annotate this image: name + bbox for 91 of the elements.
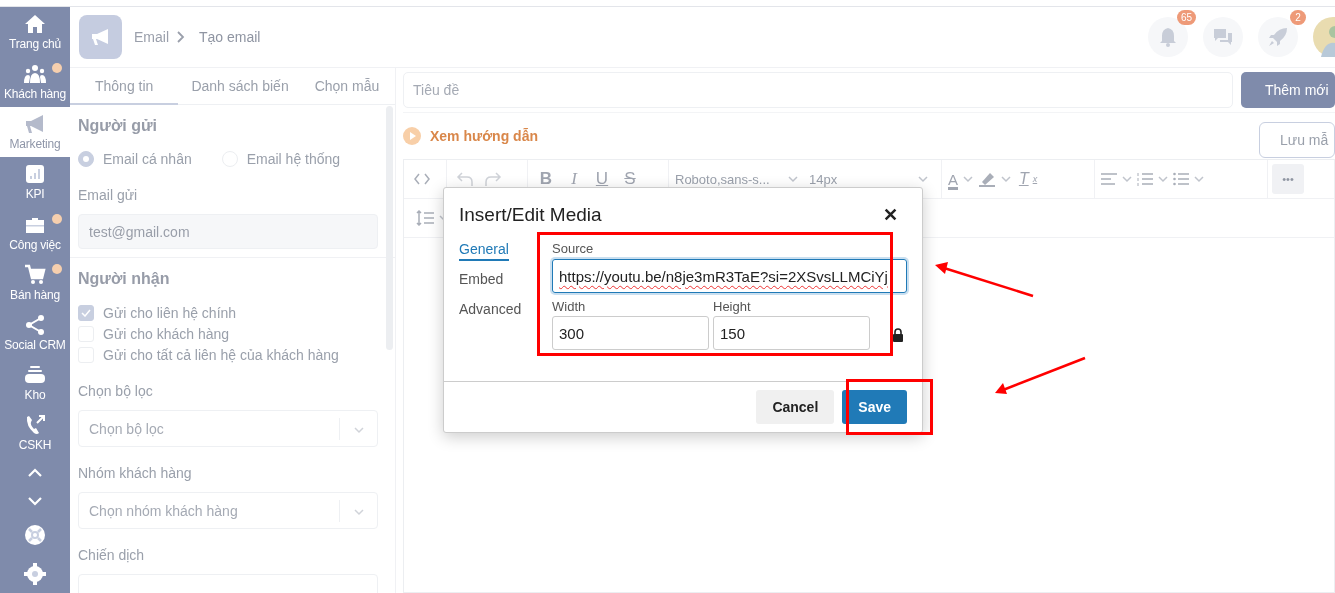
- lifebuoy-icon[interactable]: [24, 524, 46, 547]
- section-title: Người nhận: [78, 269, 171, 289]
- people-icon: [24, 63, 46, 85]
- sidebar-item[interactable]: Công việc: [0, 207, 70, 258]
- dialog-title: Insert/Edit Media: [459, 204, 602, 226]
- sidebar-item[interactable]: Kho: [0, 357, 70, 408]
- field-label: Width: [552, 299, 587, 316]
- radio-button[interactable]: [78, 151, 94, 167]
- format-button[interactable]: S: [618, 168, 642, 190]
- select-field[interactable]: Chọn nhóm khách hàng: [78, 492, 378, 529]
- chevron-down-icon[interactable]: [1121, 173, 1133, 185]
- stack-icon: [24, 363, 46, 385]
- field-label: Height: [713, 299, 752, 316]
- share-icon: [24, 313, 46, 335]
- chevron-down-icon[interactable]: [962, 173, 974, 185]
- guide-link[interactable]: Xem hướng dẫn: [403, 127, 538, 145]
- panel-tab[interactable]: Danh sách biến: [178, 68, 302, 105]
- breadcrumb-current: Tạo email: [199, 29, 261, 45]
- sidebar-item[interactable]: Social CRM: [0, 307, 70, 358]
- dialog-tab[interactable]: Advanced: [459, 301, 522, 321]
- sidebar-item[interactable]: Bán hàng: [0, 257, 70, 308]
- sidebar-item[interactable]: Khách hàng: [0, 57, 70, 108]
- more-button[interactable]: •••: [1272, 164, 1304, 194]
- radio-label: Email cá nhân: [103, 151, 192, 167]
- lock-icon[interactable]: [893, 328, 903, 342]
- field-label: Source: [552, 241, 595, 258]
- check-icon: [81, 308, 91, 317]
- radio-label: Email hệ thống: [246, 151, 341, 167]
- numbered-list-icon[interactable]: [1137, 172, 1153, 186]
- dialog-tab[interactable]: General: [459, 241, 509, 261]
- height-field[interactable]: 150: [713, 316, 870, 350]
- format-button[interactable]: I: [562, 168, 586, 190]
- checkbox[interactable]: [78, 304, 94, 321]
- chat-button[interactable]: [1203, 17, 1243, 57]
- line-height-icon[interactable]: [416, 210, 434, 226]
- chevron-up-icon[interactable]: [28, 468, 42, 478]
- notification-count: 65: [1176, 10, 1196, 25]
- panel-tab[interactable]: Thông tin: [70, 68, 179, 105]
- breadcrumb-link[interactable]: Email: [134, 29, 169, 45]
- add-button[interactable]: Thêm mới: [1241, 72, 1335, 108]
- field-label: Chọn bộ lọc: [78, 383, 154, 401]
- field-label: Nhóm khách hàng: [78, 465, 193, 483]
- format-button[interactable]: U: [590, 168, 614, 190]
- title-field[interactable]: Tiêu đề: [403, 72, 1233, 108]
- dialog-tab[interactable]: Embed: [459, 271, 504, 291]
- chat-icon: [1213, 28, 1233, 46]
- select-field[interactable]: Chọn bộ lọc: [78, 410, 378, 447]
- sidebar-item[interactable]: Marketing: [0, 107, 70, 158]
- align-left-icon[interactable]: [1101, 173, 1117, 185]
- phone-icon: [24, 414, 46, 436]
- sidebar-item[interactable]: KPI: [0, 157, 70, 208]
- megaphone-icon: [90, 28, 111, 46]
- rocket-count: 2: [1290, 10, 1306, 25]
- width-field[interactable]: 300: [552, 316, 709, 350]
- font-size-select[interactable]: 14px: [809, 171, 838, 187]
- chevron-down-icon[interactable]: [787, 173, 799, 185]
- sidebar-item[interactable]: Trang chủ: [0, 7, 70, 58]
- chevron-down-icon[interactable]: [1000, 173, 1012, 185]
- settings-icon[interactable]: [24, 562, 46, 585]
- cart-icon: [24, 263, 46, 285]
- chevron-down-icon[interactable]: [28, 497, 42, 506]
- close-button[interactable]: ✕: [883, 204, 898, 226]
- field-label: Chiến dịch: [78, 547, 146, 565]
- rocket-icon: [1268, 27, 1288, 47]
- font-family-select[interactable]: Roboto,sans-s...: [675, 171, 770, 187]
- sidebar-item[interactable]: CSKH: [0, 408, 70, 459]
- section-title: Người gửi: [78, 116, 158, 136]
- text-color-button[interactable]: A: [948, 170, 958, 188]
- field-label: Email gửi: [78, 187, 139, 205]
- chevron-down-icon[interactable]: [1193, 173, 1205, 185]
- highlighter-icon[interactable]: [978, 171, 996, 187]
- cancel-button[interactable]: Cancel: [756, 390, 835, 424]
- play-icon: [403, 127, 421, 145]
- megaphone-icon: [24, 113, 46, 135]
- avatar: [1313, 17, 1335, 57]
- bullet-list-icon[interactable]: [1173, 172, 1189, 186]
- chevron-down-icon[interactable]: [1157, 173, 1169, 185]
- format-button[interactable]: B: [534, 168, 558, 190]
- chevron-down-icon[interactable]: [917, 173, 929, 185]
- chevron-right-icon: [177, 31, 185, 43]
- panel-tab[interactable]: Chọn mẫu: [301, 68, 393, 105]
- save-template-button[interactable]: Lưu mẫ: [1259, 122, 1335, 158]
- save-button[interactable]: Save: [842, 390, 907, 424]
- checkbox-label: Gửi cho tất cả liên hệ của khách hàng: [103, 346, 339, 363]
- home-icon: [24, 13, 46, 35]
- email-field[interactable]: test@gmail.com: [78, 214, 378, 249]
- checkbox-label: Gửi cho khách hàng: [103, 325, 230, 342]
- checkbox-label: Gửi cho liên hệ chính: [103, 304, 237, 321]
- bell-icon: [1159, 27, 1177, 47]
- source-field[interactable]: https://youtu.be/n8je3mR3TaE?si=2XSvsLLMCiYj: [552, 259, 907, 293]
- chart-icon: [24, 163, 46, 185]
